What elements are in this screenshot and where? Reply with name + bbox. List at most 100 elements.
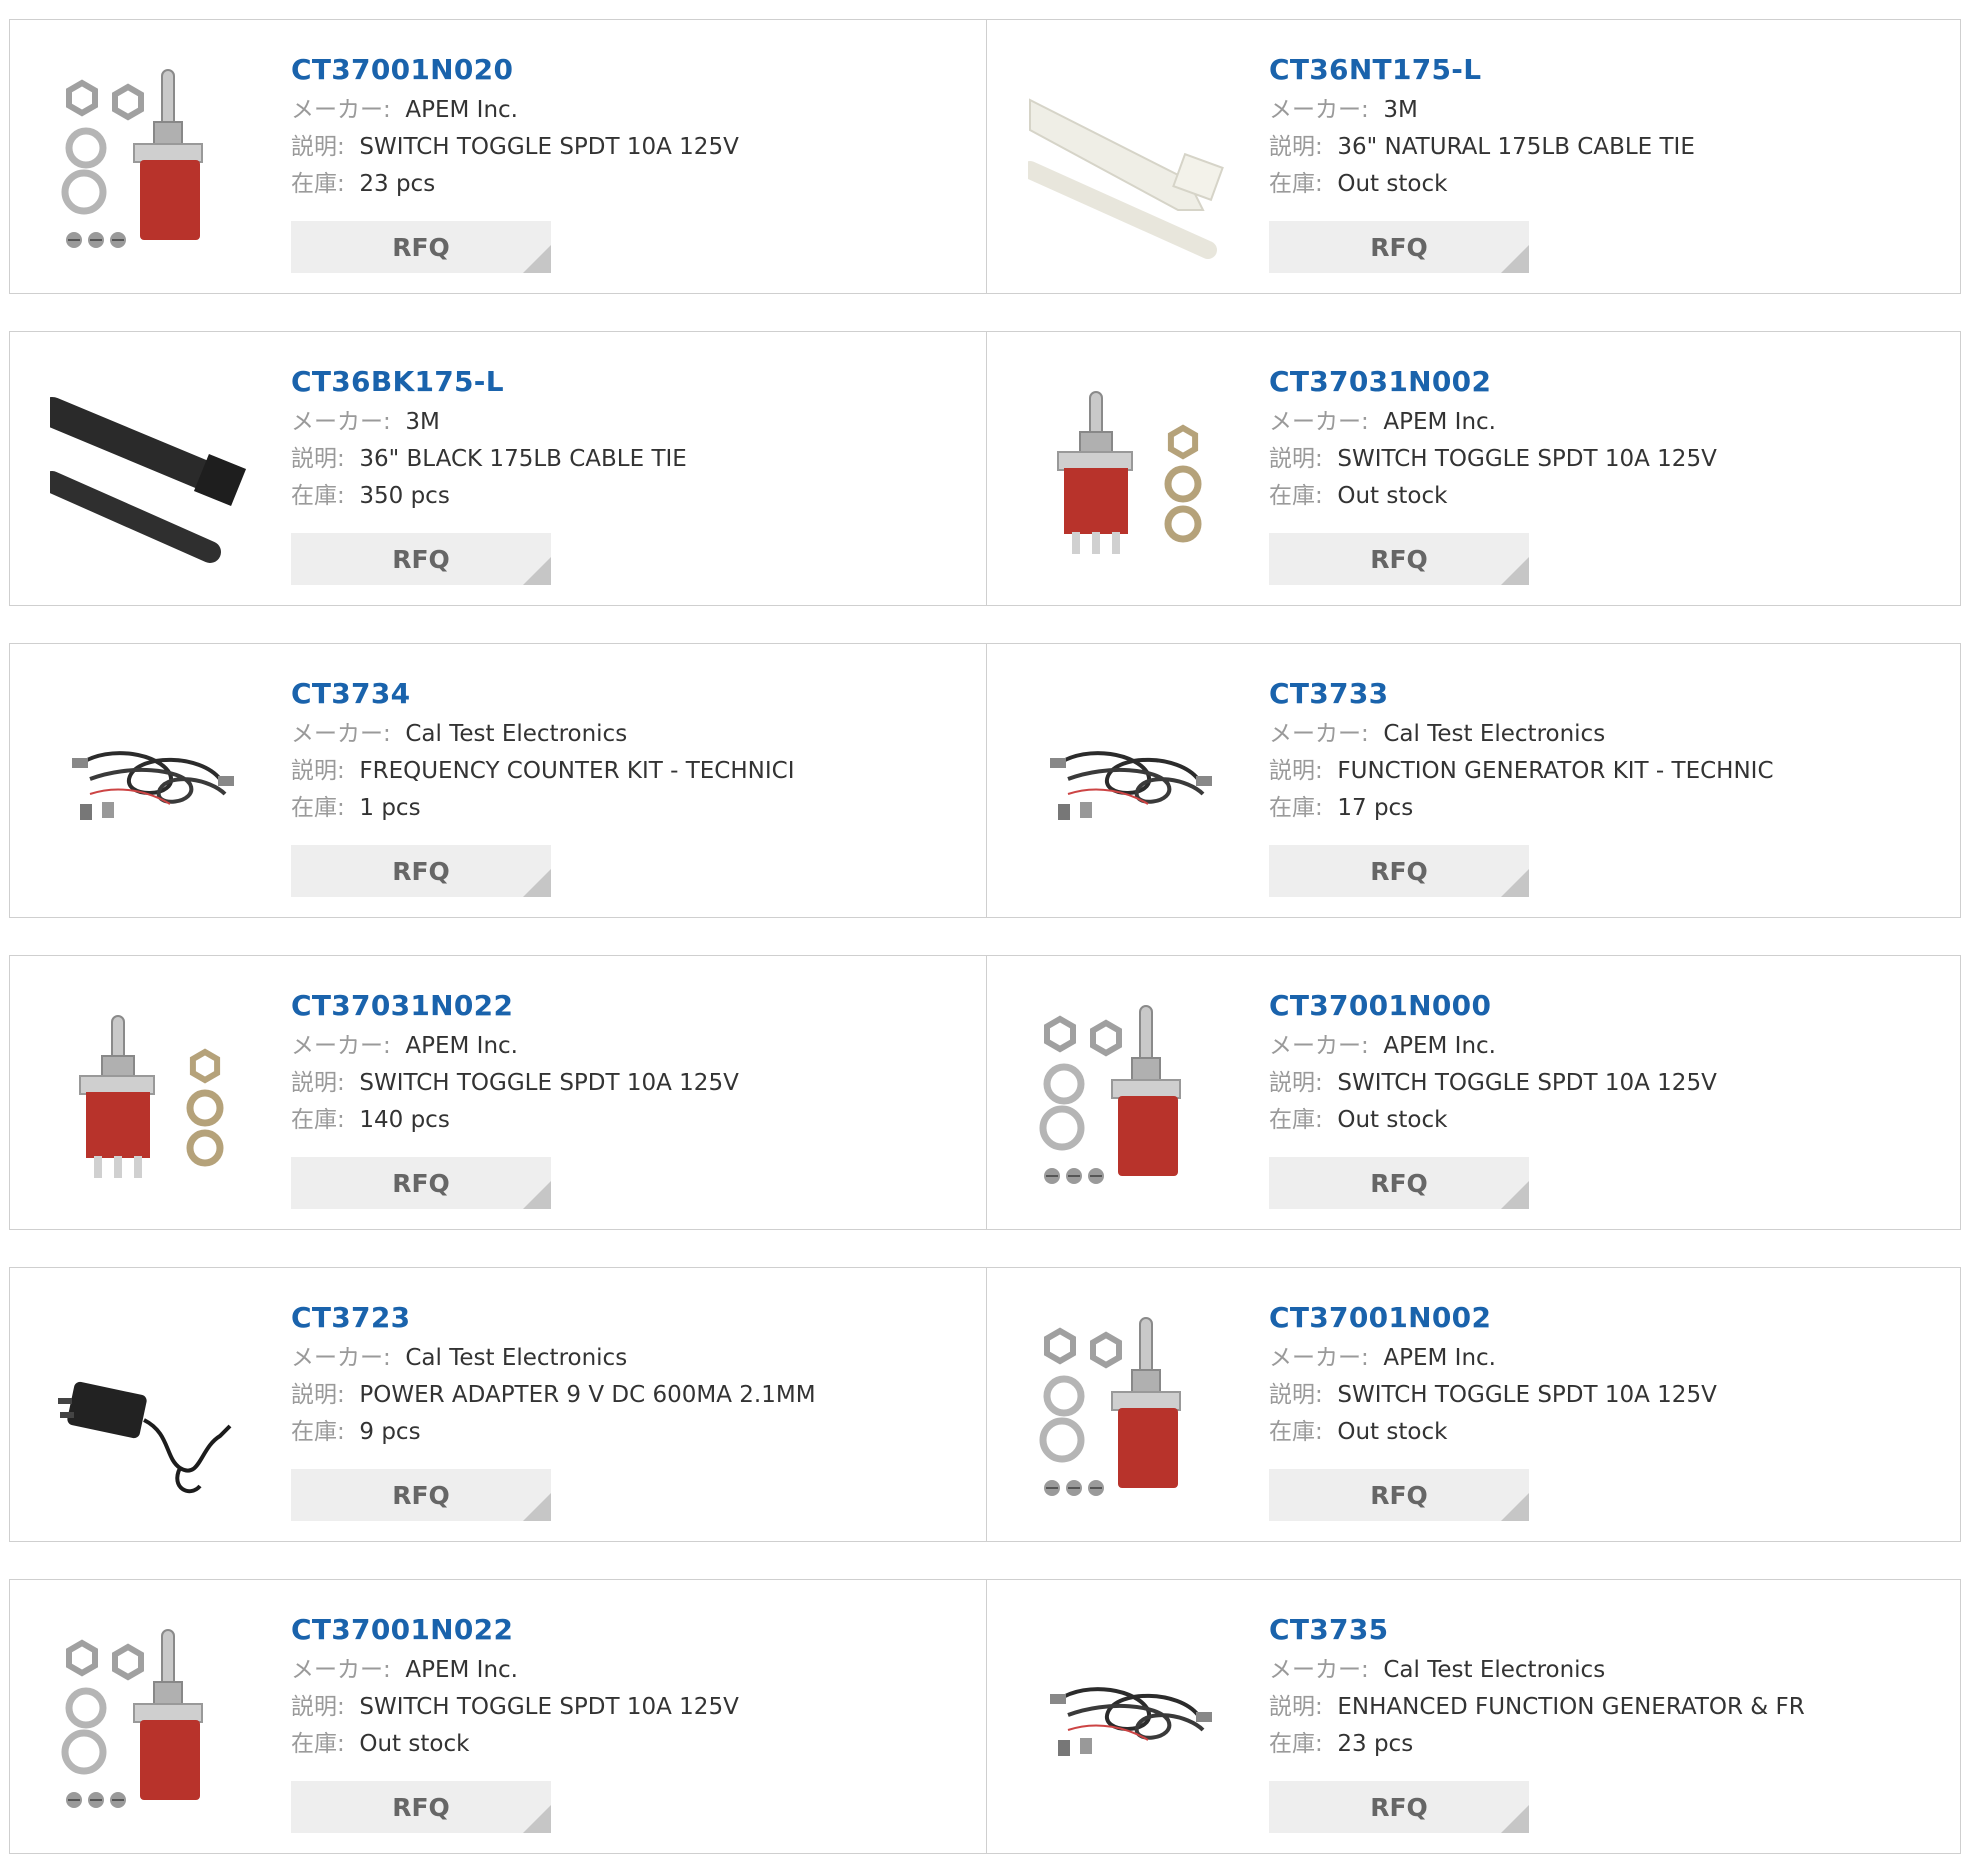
description-value: FUNCTION GENERATOR KIT - TECHNIC bbox=[1337, 758, 1774, 784]
rfq-button[interactable]: RFQ bbox=[1269, 1469, 1529, 1521]
product-image[interactable] bbox=[50, 1308, 250, 1508]
maker-line: メーカー: Cal Test Electronics bbox=[1269, 1652, 1805, 1689]
stock-label: 在庫: bbox=[1269, 1419, 1323, 1445]
product-image[interactable] bbox=[50, 372, 250, 572]
rfq-button[interactable]: RFQ bbox=[1269, 221, 1529, 273]
product-row: CT36BK175-L メーカー: 3M 説明: 36" BLACK 175LB… bbox=[9, 331, 1961, 606]
maker-value: 3M bbox=[405, 409, 440, 435]
product-row: CT37001N022 メーカー: APEM Inc. 説明: SWITCH T… bbox=[9, 1579, 1961, 1854]
description-value: 36" NATURAL 175LB CABLE TIE bbox=[1337, 134, 1695, 160]
maker-label: メーカー: bbox=[291, 1033, 391, 1059]
product-card: CT37001N022 メーカー: APEM Inc. 説明: SWITCH T… bbox=[10, 1580, 987, 1853]
part-number-link[interactable]: CT36BK175-L bbox=[291, 360, 687, 404]
maker-value: 3M bbox=[1383, 97, 1418, 123]
part-number-link[interactable]: CT37001N022 bbox=[291, 1608, 739, 1652]
maker-line: メーカー: 3M bbox=[291, 404, 687, 441]
rfq-label: RFQ bbox=[392, 856, 450, 886]
product-photo-icon bbox=[1057, 391, 1202, 554]
product-image[interactable] bbox=[1028, 1308, 1228, 1508]
maker-line: メーカー: APEM Inc. bbox=[291, 1028, 739, 1065]
part-number-link[interactable]: CT3733 bbox=[1269, 672, 1774, 716]
product-card: CT36NT175-L メーカー: 3M 説明: 36" NATURAL 175… bbox=[988, 20, 1961, 293]
product-card: CT37001N020 メーカー: APEM Inc. 説明: SWITCH T… bbox=[10, 20, 987, 293]
rfq-label: RFQ bbox=[1370, 544, 1428, 574]
product-image[interactable] bbox=[50, 60, 250, 260]
part-number-link[interactable]: CT37001N020 bbox=[291, 48, 739, 92]
maker-label: メーカー: bbox=[1269, 409, 1369, 435]
description-label: 説明: bbox=[291, 1694, 345, 1720]
product-photo-icon bbox=[79, 1015, 224, 1178]
product-photo-icon bbox=[1028, 98, 1224, 259]
rfq-button[interactable]: RFQ bbox=[1269, 1781, 1529, 1833]
description-value: SWITCH TOGGLE SPDT 10A 125V bbox=[1337, 1070, 1717, 1096]
rfq-button[interactable]: RFQ bbox=[291, 1157, 551, 1209]
stock-line: 在庫: Out stock bbox=[291, 1726, 739, 1763]
stock-line: 在庫: 140 pcs bbox=[291, 1102, 739, 1139]
product-photo-icon bbox=[1039, 1005, 1181, 1184]
stock-label: 在庫: bbox=[1269, 483, 1323, 509]
part-number-link[interactable]: CT36NT175-L bbox=[1269, 48, 1695, 92]
description-label: 説明: bbox=[1269, 1382, 1323, 1408]
product-photo-icon bbox=[61, 69, 203, 248]
rfq-button[interactable]: RFQ bbox=[1269, 845, 1529, 897]
description-line: 説明: FREQUENCY COUNTER KIT - TECHNICI bbox=[291, 753, 795, 790]
description-line: 説明: SWITCH TOGGLE SPDT 10A 125V bbox=[1269, 1065, 1717, 1102]
product-image[interactable] bbox=[1028, 372, 1228, 572]
stock-label: 在庫: bbox=[1269, 795, 1323, 821]
description-label: 説明: bbox=[291, 134, 345, 160]
part-number-link[interactable]: CT3735 bbox=[1269, 1608, 1805, 1652]
stock-value: 1 pcs bbox=[359, 795, 421, 821]
description-line: 説明: POWER ADAPTER 9 V DC 600MA 2.1MM bbox=[291, 1377, 816, 1414]
product-photo-icon bbox=[1039, 1317, 1181, 1496]
rfq-label: RFQ bbox=[392, 544, 450, 574]
product-image[interactable] bbox=[1028, 60, 1228, 260]
rfq-button[interactable]: RFQ bbox=[291, 221, 551, 273]
stock-label: 在庫: bbox=[291, 1731, 345, 1757]
part-number-link[interactable]: CT37001N000 bbox=[1269, 984, 1717, 1028]
maker-line: メーカー: 3M bbox=[1269, 92, 1695, 129]
product-grid: CT37001N020 メーカー: APEM Inc. 説明: SWITCH T… bbox=[9, 0, 1961, 1854]
product-card: CT36BK175-L メーカー: 3M 説明: 36" BLACK 175LB… bbox=[10, 332, 987, 605]
maker-line: メーカー: APEM Inc. bbox=[291, 1652, 739, 1689]
rfq-label: RFQ bbox=[1370, 1168, 1428, 1198]
stock-value: 17 pcs bbox=[1337, 795, 1414, 821]
product-image[interactable] bbox=[50, 996, 250, 1196]
maker-label: メーカー: bbox=[291, 409, 391, 435]
description-line: 説明: 36" NATURAL 175LB CABLE TIE bbox=[1269, 129, 1695, 166]
rfq-button[interactable]: RFQ bbox=[291, 845, 551, 897]
rfq-button[interactable]: RFQ bbox=[291, 533, 551, 585]
product-image[interactable] bbox=[1028, 684, 1228, 884]
maker-line: メーカー: APEM Inc. bbox=[1269, 1028, 1717, 1065]
part-number-link[interactable]: CT37031N022 bbox=[291, 984, 739, 1028]
stock-line: 在庫: 9 pcs bbox=[291, 1414, 816, 1451]
product-row: CT3734 メーカー: Cal Test Electronics 説明: FR… bbox=[9, 643, 1961, 918]
rfq-button[interactable]: RFQ bbox=[1269, 1157, 1529, 1209]
part-number-link[interactable]: CT37001N002 bbox=[1269, 1296, 1717, 1340]
stock-line: 在庫: Out stock bbox=[1269, 1102, 1717, 1139]
part-number-link[interactable]: CT3723 bbox=[291, 1296, 816, 1340]
maker-line: メーカー: Cal Test Electronics bbox=[291, 1340, 816, 1377]
rfq-button[interactable]: RFQ bbox=[1269, 533, 1529, 585]
product-row: CT37001N020 メーカー: APEM Inc. 説明: SWITCH T… bbox=[9, 19, 1961, 294]
stock-value: 23 pcs bbox=[359, 171, 436, 197]
product-image[interactable] bbox=[1028, 996, 1228, 1196]
product-image[interactable] bbox=[1028, 1620, 1228, 1820]
product-image[interactable] bbox=[50, 1620, 250, 1820]
product-photo-icon bbox=[58, 1381, 232, 1494]
stock-label: 在庫: bbox=[291, 483, 345, 509]
description-label: 説明: bbox=[1269, 1694, 1323, 1720]
rfq-label: RFQ bbox=[1370, 856, 1428, 886]
rfq-button[interactable]: RFQ bbox=[291, 1469, 551, 1521]
rfq-button[interactable]: RFQ bbox=[291, 1781, 551, 1833]
description-label: 説明: bbox=[291, 758, 345, 784]
description-label: 説明: bbox=[291, 446, 345, 472]
maker-label: メーカー: bbox=[291, 721, 391, 747]
product-photo-icon bbox=[1050, 1687, 1212, 1756]
maker-value: APEM Inc. bbox=[1383, 1345, 1496, 1371]
part-number-link[interactable]: CT37031N002 bbox=[1269, 360, 1717, 404]
part-number-link[interactable]: CT3734 bbox=[291, 672, 795, 716]
maker-line: メーカー: Cal Test Electronics bbox=[291, 716, 795, 753]
description-value: SWITCH TOGGLE SPDT 10A 125V bbox=[1337, 1382, 1717, 1408]
description-value: SWITCH TOGGLE SPDT 10A 125V bbox=[359, 1070, 739, 1096]
product-image[interactable] bbox=[50, 684, 250, 884]
